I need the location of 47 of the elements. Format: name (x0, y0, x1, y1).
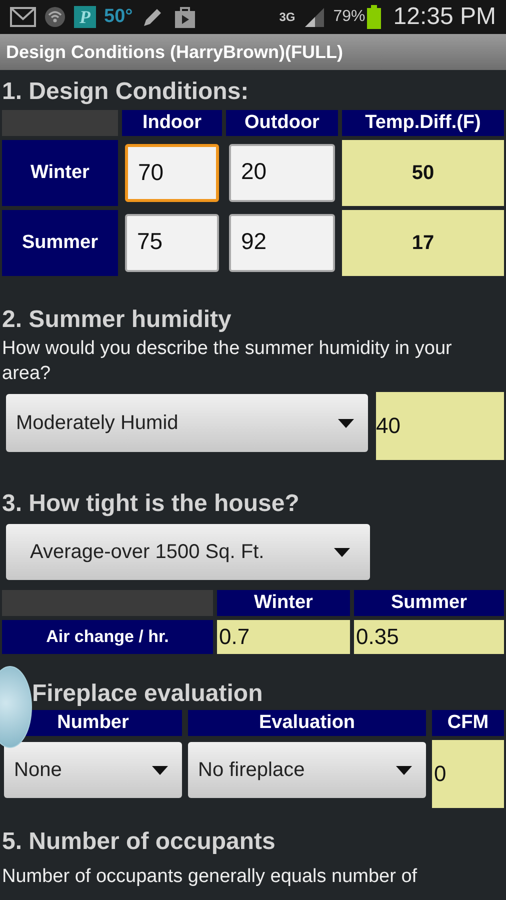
network-type: 3G (279, 10, 296, 24)
humidity-dropdown[interactable]: Moderately Humid (6, 394, 368, 452)
column-header: Indoor (122, 110, 222, 136)
result-cell: 17 (342, 210, 504, 276)
tightness-dropdown[interactable]: Average-over 1500 Sq. Ft. (6, 524, 370, 580)
signal-icon (303, 6, 326, 28)
caret-icon (334, 548, 350, 556)
section-heading: 5. Number of occupants (2, 827, 276, 857)
input-field[interactable]: 70 (125, 144, 219, 202)
caret-icon (396, 766, 412, 774)
row-label: Summer (2, 210, 118, 276)
wifi-icon (44, 6, 66, 28)
result-cell: 50 (342, 140, 504, 206)
column-header: Winter (217, 590, 350, 616)
temperature-text: 50° (104, 6, 133, 28)
evaluation-dropdown[interactable]: No fireplace (188, 742, 426, 798)
section-heading: 1. Design Conditions: (2, 77, 250, 107)
column-header: Summer (354, 590, 504, 616)
window-title: Design Conditions (HarryBrown)(FULL) (6, 42, 343, 62)
value-cell: 40 (376, 392, 504, 460)
input-field[interactable]: 20 (229, 144, 335, 202)
app-logo: P (74, 6, 96, 28)
play-store-icon (172, 5, 197, 29)
mail-icon (10, 7, 36, 27)
row-label: Winter (2, 140, 118, 206)
section-heading: 2. Summer humidity (2, 305, 232, 335)
battery-icon (367, 5, 382, 29)
column-header: CFM (432, 710, 504, 736)
column-header: Outdoor (226, 110, 338, 136)
input-field[interactable]: 75 (125, 214, 219, 272)
description-text: Number of occupants generally equals number of (2, 865, 418, 889)
caret-icon (338, 418, 354, 428)
input-field[interactable]: 92 (229, 214, 335, 272)
question-text: How would you describe the summer humidity in your area? (2, 337, 453, 386)
number-dropdown[interactable]: None (4, 742, 182, 798)
value-cell: 0.35 (354, 620, 504, 654)
drawer-handle[interactable] (0, 666, 32, 748)
caret-icon (152, 766, 168, 774)
value-cell: 0 (432, 740, 504, 808)
section-heading: Fireplace evaluation (31, 679, 264, 709)
section-heading: 3. How tight is the house? (2, 489, 300, 519)
column-header: Temp.Diff.(F) (342, 110, 504, 136)
clock: 12:35 PM (393, 3, 496, 31)
value-cell: 0.7 (217, 620, 350, 654)
column-header: Evaluation (188, 710, 426, 736)
row-label: Air change / hr. (2, 620, 213, 654)
battery-percent: 79% (333, 8, 366, 26)
